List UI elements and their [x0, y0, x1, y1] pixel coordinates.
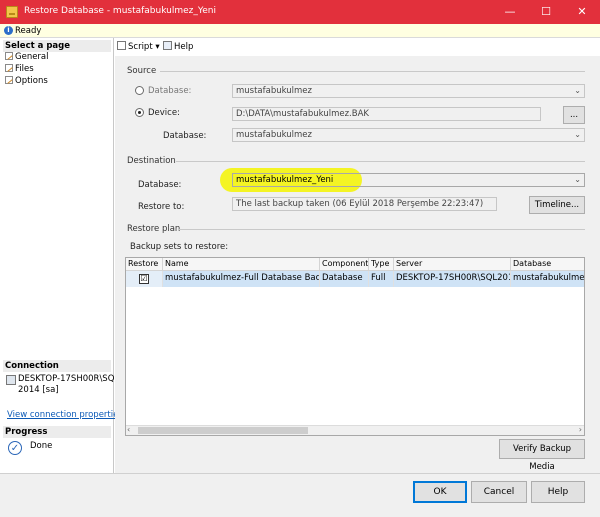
status-text: Ready: [15, 26, 42, 36]
column-header-server[interactable]: Server: [394, 258, 511, 271]
column-header-database[interactable]: Database: [511, 258, 584, 271]
device-radio-label: Device:: [148, 108, 180, 118]
restore-to-field: The last backup taken (06 Eylül 2018 Per…: [232, 197, 497, 211]
script-label: Script: [128, 42, 153, 52]
source-database-label: Database:: [163, 131, 207, 141]
database-radio[interactable]: [135, 86, 144, 95]
divider: [176, 161, 585, 162]
restore-plan-group-label: Restore plan: [127, 224, 181, 234]
source-database-dropdown[interactable]: mustafabukulmez ⌄: [232, 128, 585, 142]
connection-login: 2014 [sa]: [18, 385, 59, 395]
table-row-type: Full: [369, 271, 394, 287]
progress-status: Done: [30, 441, 53, 451]
window-title: Restore Database - mustafabukulmez_Yeni: [24, 6, 216, 16]
source-database-dropdown-value: mustafabukulmez: [236, 130, 313, 140]
source-database-select: mustafabukulmez ⌄: [232, 84, 585, 98]
page-item-files[interactable]: Files: [5, 64, 34, 74]
page-icon: [5, 76, 13, 84]
table-row-server: DESKTOP-17SH00R\SQL2014: [394, 271, 511, 287]
chevron-down-icon: ▾: [155, 42, 160, 52]
divider: [178, 229, 585, 230]
progress-header: Progress: [3, 426, 111, 438]
chevron-down-icon: ⌄: [574, 86, 581, 95]
connection-header: Connection: [3, 360, 111, 372]
page-icon: [5, 64, 13, 72]
help-toolbar-button[interactable]: Help: [163, 41, 193, 52]
page-item-options[interactable]: Options: [5, 76, 48, 86]
table-row-component: Database: [320, 271, 369, 287]
database-radio-label: Database:: [148, 86, 192, 96]
page-icon: [5, 52, 13, 60]
backup-sets-grid[interactable]: Restore Name Component Type Server Datab…: [125, 257, 585, 436]
destination-group-label: Destination: [127, 156, 176, 166]
done-check-icon: ✓: [8, 441, 22, 455]
source-group-label: Source: [127, 66, 157, 76]
column-header-component[interactable]: Component: [320, 258, 369, 271]
help-icon: [163, 41, 172, 50]
page-item-general[interactable]: General: [5, 52, 49, 62]
page-item-label: Files: [15, 64, 34, 74]
restore-to-label: Restore to:: [138, 202, 185, 212]
destination-database-label: Database:: [138, 180, 182, 190]
server-icon: [6, 375, 16, 385]
page-item-label: Options: [15, 76, 48, 86]
chevron-down-icon: ⌄: [574, 130, 581, 139]
script-icon: [117, 41, 126, 50]
close-button[interactable]: ✕: [564, 0, 600, 24]
column-header-restore[interactable]: Restore: [126, 258, 163, 271]
scrollbar-thumb[interactable]: [138, 427, 308, 434]
info-icon: i: [4, 26, 13, 35]
verify-backup-media-button[interactable]: Verify Backup Media: [499, 439, 585, 472]
backup-sets-label: Backup sets to restore:: [130, 242, 229, 252]
page-item-label: General: [15, 52, 49, 62]
table-row-database: mustafabukulmez: [511, 271, 584, 287]
status-bar: [0, 24, 600, 38]
destination-database-value: mustafabukulmez_Yeni: [236, 175, 334, 185]
browse-button[interactable]: ...: [563, 106, 585, 124]
select-page-header: Select a page: [3, 40, 111, 52]
chevron-down-icon: ⌄: [574, 175, 581, 184]
help-button[interactable]: Help: [531, 481, 585, 503]
column-header-type[interactable]: Type: [369, 258, 394, 271]
ok-button[interactable]: OK: [413, 481, 467, 503]
device-radio[interactable]: [135, 108, 144, 117]
restore-checkbox[interactable]: ☑: [139, 274, 149, 284]
cancel-button[interactable]: Cancel: [471, 481, 527, 503]
table-row-name: mustafabukulmez-Full Database Backup: [163, 271, 320, 287]
maximize-button[interactable]: ☐: [528, 0, 564, 24]
timeline-button[interactable]: Timeline...: [529, 196, 585, 214]
column-header-name[interactable]: Name: [163, 258, 320, 271]
destination-database-combobox[interactable]: mustafabukulmez_Yeni ⌄: [232, 173, 585, 187]
horizontal-scrollbar[interactable]: ‹ ›: [126, 425, 584, 435]
database-restore-icon: [6, 6, 18, 18]
script-button[interactable]: Script ▾: [117, 41, 160, 52]
scroll-left-icon[interactable]: ‹: [127, 425, 130, 434]
scroll-right-icon[interactable]: ›: [579, 425, 582, 434]
source-database-value: mustafabukulmez: [236, 86, 313, 96]
connection-server: DESKTOP-17SH00R\SQL: [18, 374, 120, 384]
view-connection-properties-link[interactable]: View connection properties: [7, 410, 123, 420]
device-path-field: D:\DATA\mustafabukulmez.BAK: [232, 107, 541, 121]
minimize-button[interactable]: —: [492, 0, 528, 24]
divider: [160, 71, 585, 72]
help-label: Help: [174, 42, 194, 52]
